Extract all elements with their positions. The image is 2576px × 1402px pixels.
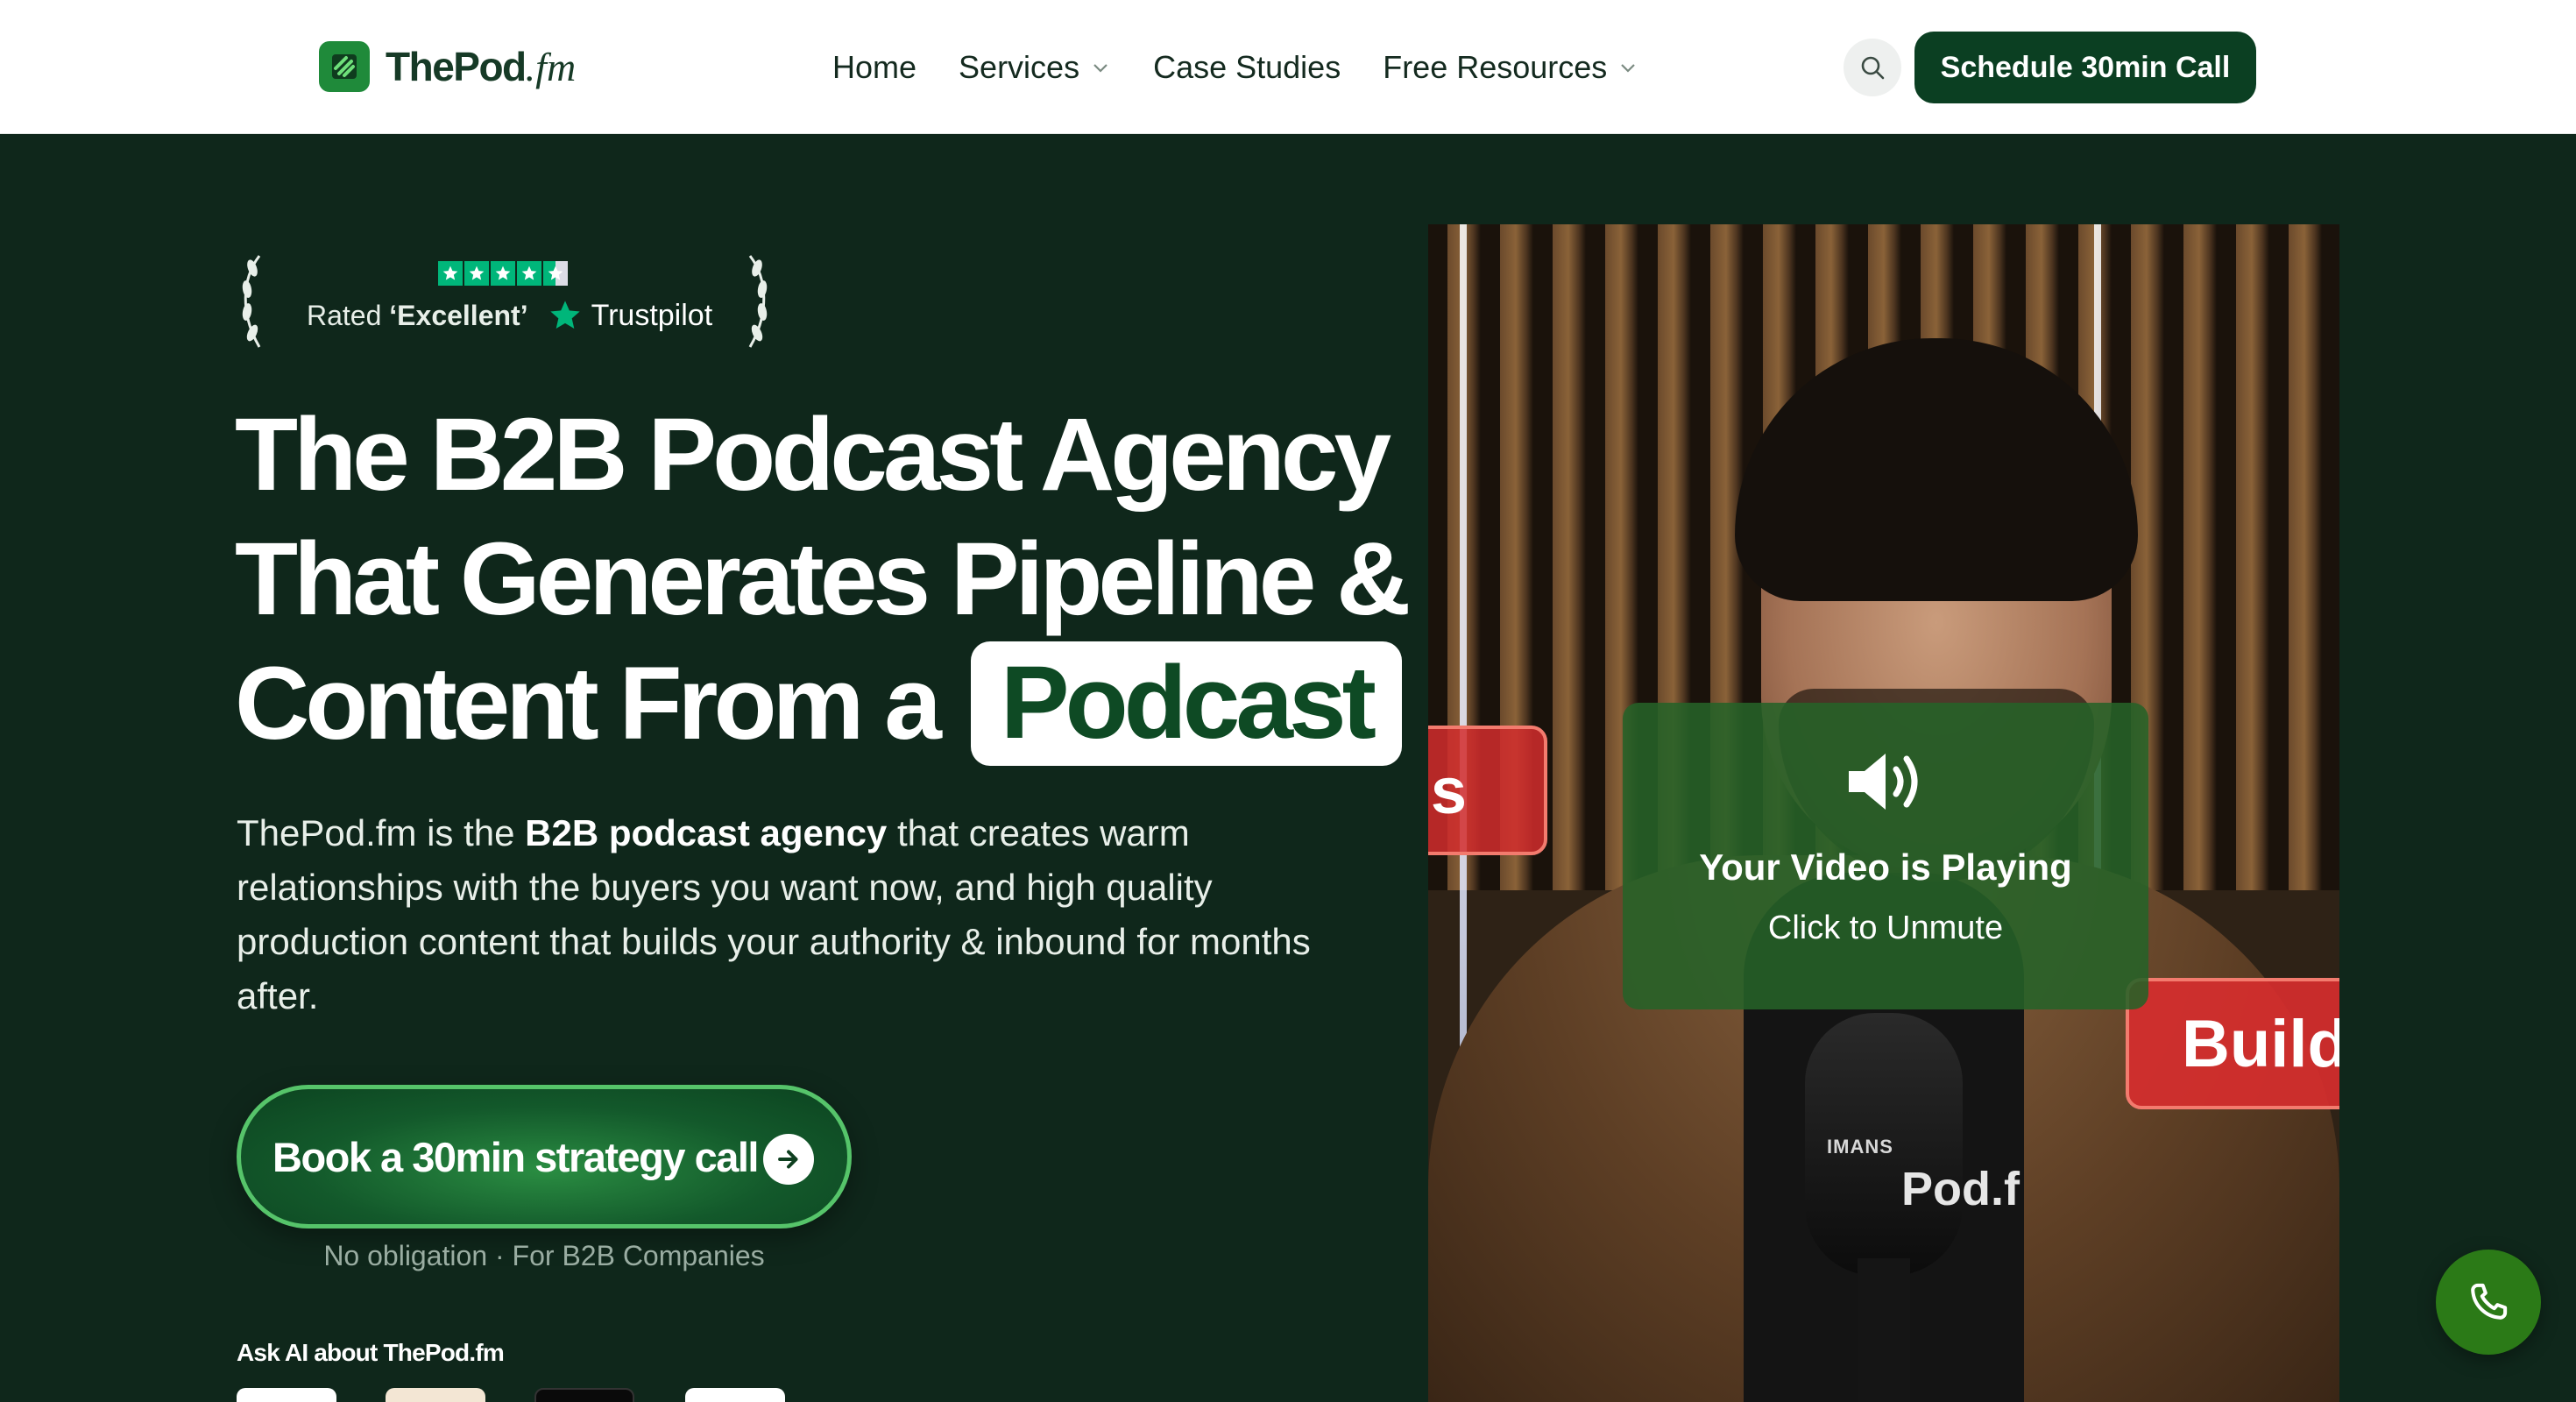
search-button[interactable] xyxy=(1844,39,1901,96)
mic-brand-label: IMANS xyxy=(1827,1136,1893,1158)
main-nav: Home Services Case Studies Free Resource… xyxy=(832,44,1681,91)
hero-headline: The B2B Podcast Agency That Generates Pi… xyxy=(235,393,1411,766)
ai-chip-perplexity[interactable] xyxy=(685,1388,785,1402)
book-strategy-call-button[interactable]: Book a 30min strategy call xyxy=(237,1085,852,1229)
ai-chip-grok[interactable] xyxy=(534,1388,634,1402)
nav-item-label: Free Resources xyxy=(1383,49,1608,85)
laurel-left-icon xyxy=(242,255,261,348)
shirt-logo-text: Pod.f xyxy=(1901,1163,2020,1215)
call-floating-button[interactable] xyxy=(2436,1250,2541,1355)
hero-video[interactable]: IMANS Pod.f s Build Your Video is Playin… xyxy=(1428,224,2339,1402)
intro-part-1: ThePod.fm is the xyxy=(237,812,526,853)
laurel-right-icon xyxy=(748,255,768,348)
rated-word: ‘Excellent’ xyxy=(389,299,528,331)
chevron-down-icon xyxy=(1621,64,1636,73)
site-header: ThePod.fm Home Services Case Studies Fre… xyxy=(0,0,2576,134)
nav-item-case-studies[interactable]: Case Studies xyxy=(1153,44,1341,91)
star-icon xyxy=(438,261,463,286)
logo-brand: ThePod xyxy=(386,44,527,89)
star-icon xyxy=(517,261,541,286)
logo-text: ThePod.fm xyxy=(386,43,576,90)
headline-line-2: That Generates Pipeline & xyxy=(235,521,1411,637)
logo[interactable]: ThePod.fm xyxy=(319,41,576,92)
logo-suffix: .fm xyxy=(525,45,577,89)
rating-stars xyxy=(438,261,570,286)
ai-chip-claude[interactable] xyxy=(386,1388,485,1402)
rated-text: Rated ‘Excellent’ xyxy=(307,300,528,332)
book-call-subtext: No obligation · For B2B Companies xyxy=(323,1240,765,1271)
headline-highlight-pill: Podcast xyxy=(970,641,1402,766)
arrow-right-icon xyxy=(763,1134,814,1185)
schedule-call-button[interactable]: Schedule 30min Call xyxy=(1914,32,2256,103)
intro-bold: B2B podcast agency xyxy=(525,812,888,853)
chevron-down-icon xyxy=(1093,64,1108,73)
star-icon xyxy=(491,261,515,286)
book-button-label: Book a 30min strategy call xyxy=(272,1133,759,1180)
search-icon xyxy=(1861,56,1885,80)
video-playing-title: Your Video is Playing xyxy=(1699,846,2072,888)
click-to-unmute-text: Click to Unmute xyxy=(1767,910,2004,946)
nav-item-services[interactable]: Services xyxy=(959,44,1111,91)
unmute-overlay[interactable]: Your Video is Playing Click to Unmute xyxy=(1623,703,2148,1009)
star-half-icon xyxy=(543,261,568,286)
ask-ai-label: Ask AI about ThePod.fm xyxy=(237,1339,505,1366)
headline-line-1: The B2B Podcast Agency xyxy=(235,397,1391,513)
trustpilot-star-icon xyxy=(549,301,580,329)
trustpilot-badge[interactable]: Rated ‘Excellent’ Trustpilot xyxy=(233,252,776,350)
hero-intro: ThePod.fm is the B2B podcast agency that… xyxy=(237,806,1393,1023)
rated-prefix: Rated xyxy=(307,299,390,331)
nav-item-home[interactable]: Home xyxy=(832,44,916,91)
trust-line: Rated ‘Excellent’ Trustpilot xyxy=(307,298,712,333)
video-caption-tag-right: Build xyxy=(2126,978,2339,1109)
nav-item-label: Case Studies xyxy=(1153,49,1341,85)
headline-line-3: Content From a Podcast xyxy=(235,641,1402,766)
trustpilot-name: Trustpilot xyxy=(591,298,713,332)
nav-item-label: Services xyxy=(959,49,1080,85)
logo-icon xyxy=(319,41,370,92)
ai-chip-chatgpt[interactable] xyxy=(237,1388,336,1402)
nav-item-free-resources[interactable]: Free Resources xyxy=(1383,44,1638,91)
star-icon xyxy=(464,261,489,286)
volume-icon xyxy=(1849,754,1918,810)
headline-line-3-text: Content From a xyxy=(235,646,942,761)
phone-icon xyxy=(2471,1283,2508,1320)
nav-item-label: Home xyxy=(832,49,917,85)
video-caption-tag-left: s xyxy=(1428,726,1547,855)
microphone-stand xyxy=(1858,1258,1910,1402)
